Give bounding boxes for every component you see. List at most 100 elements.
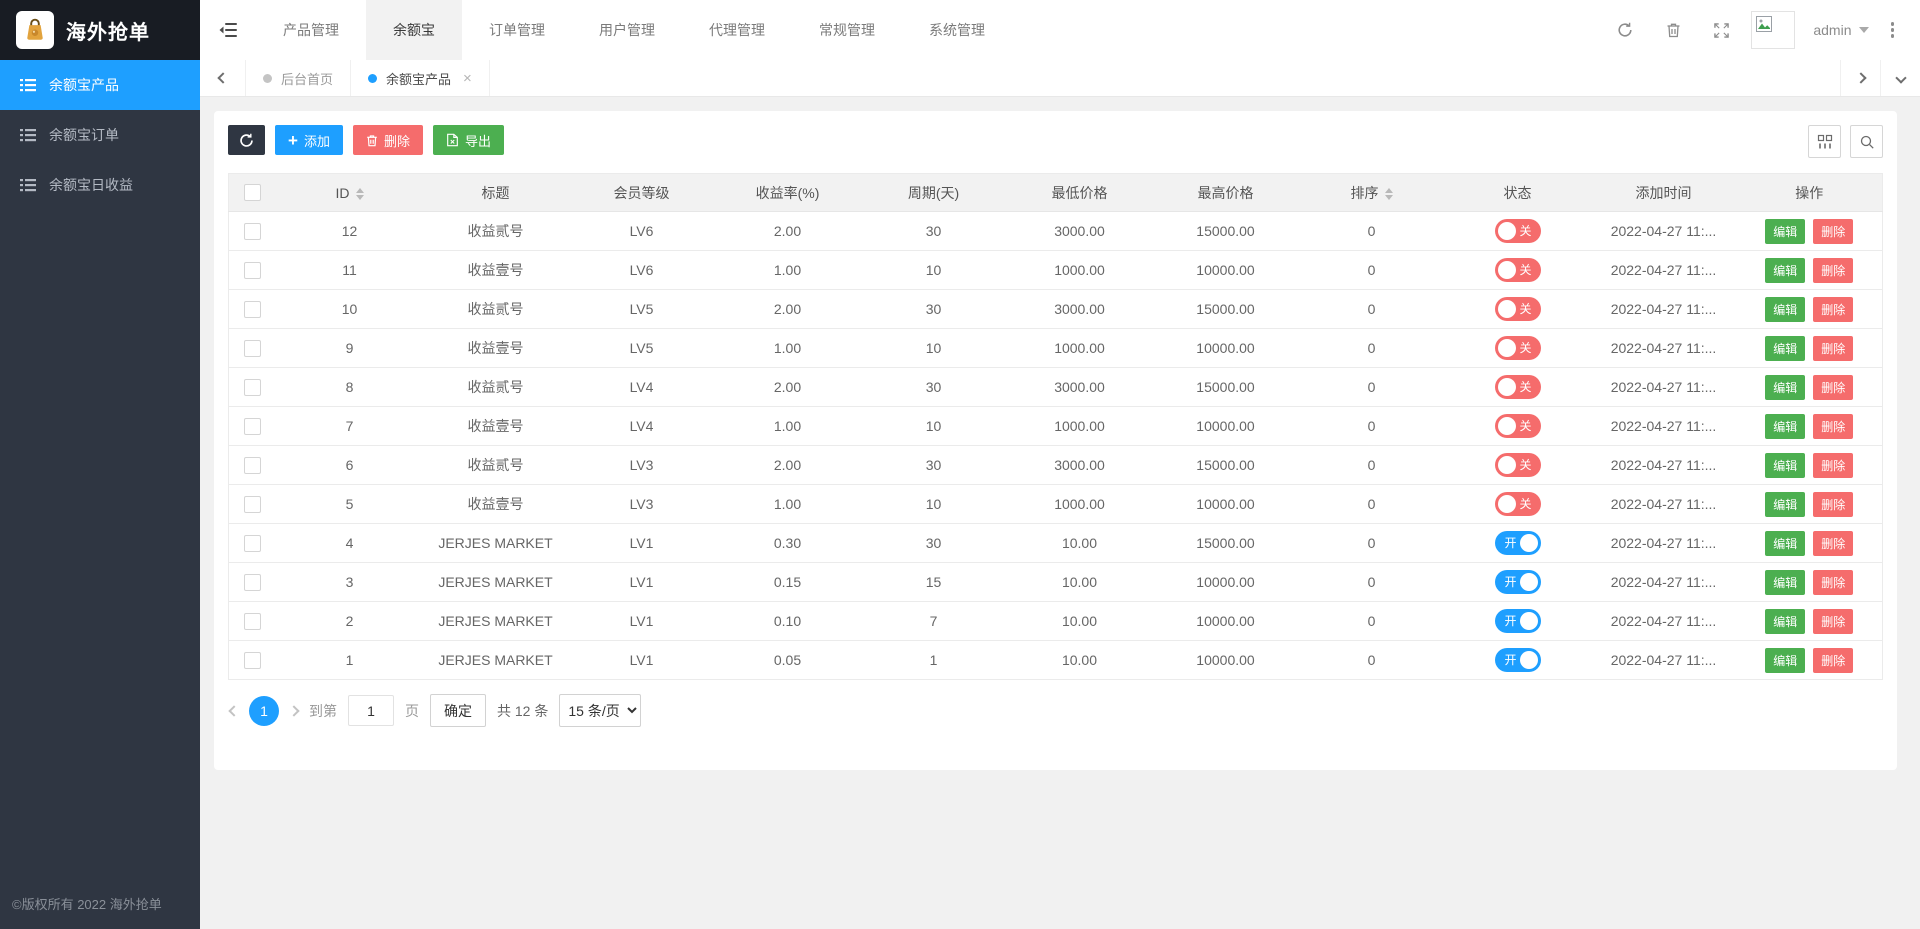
tab[interactable]: 后台首页: [246, 60, 352, 96]
status-toggle[interactable]: 关: [1494, 414, 1541, 438]
edit-button[interactable]: 编辑: [1765, 257, 1806, 283]
topnav-item[interactable]: 用户管理: [572, 0, 682, 60]
edit-button[interactable]: 编辑: [1765, 413, 1806, 439]
collapse-menu-icon[interactable]: [200, 0, 256, 60]
confirm-page-button[interactable]: 确定: [430, 694, 486, 727]
topnav-item[interactable]: 系统管理: [902, 0, 1012, 60]
row-checkbox[interactable]: [244, 417, 262, 435]
edit-button[interactable]: 编辑: [1765, 491, 1806, 517]
edit-button[interactable]: 编辑: [1765, 374, 1806, 400]
tabs-menu-icon[interactable]: [1880, 60, 1920, 96]
row-delete-button[interactable]: 删除: [1813, 647, 1854, 673]
row-delete-button[interactable]: 删除: [1813, 608, 1854, 634]
pagination-next-icon[interactable]: [288, 704, 300, 717]
fullscreen-icon[interactable]: [1697, 0, 1745, 60]
row-checkbox[interactable]: [244, 261, 262, 279]
status-toggle[interactable]: 关: [1494, 258, 1541, 282]
row-checkbox[interactable]: [244, 534, 262, 552]
column-header[interactable]: ID: [276, 173, 423, 212]
topnav: 产品管理 余额宝 订单管理 用户管理 代理管理 常规管理 系统管理: [256, 0, 1012, 60]
goto-prefix-label: 到第: [309, 702, 337, 719]
add-button[interactable]: + 添加: [275, 125, 343, 155]
topnav-item[interactable]: 代理管理: [682, 0, 792, 60]
status-toggle[interactable]: 关: [1494, 375, 1541, 399]
row-delete-button[interactable]: 删除: [1813, 335, 1854, 361]
tabs-scroll-right-icon[interactable]: [1840, 60, 1880, 96]
status-toggle[interactable]: 关: [1494, 297, 1541, 321]
status-toggle[interactable]: 开: [1494, 531, 1541, 555]
columns-filter-icon[interactable]: [1808, 125, 1841, 158]
row-checkbox[interactable]: [244, 612, 262, 630]
row-checkbox[interactable]: [244, 651, 262, 669]
row-delete-button[interactable]: 删除: [1813, 530, 1854, 556]
toggle-knob: [1497, 339, 1516, 357]
pagination-prev-icon[interactable]: [228, 704, 240, 717]
row-delete-button[interactable]: 删除: [1813, 374, 1854, 400]
row-delete-button[interactable]: 删除: [1813, 218, 1854, 244]
column-header[interactable]: 排序: [1298, 173, 1445, 212]
goto-page-input[interactable]: [348, 695, 394, 726]
status-toggle[interactable]: 开: [1494, 570, 1541, 594]
select-all-checkbox[interactable]: [244, 184, 262, 202]
export-button[interactable]: 导出: [432, 125, 504, 155]
table-row: 8 收益贰号 LV4 2.00 30 3000.00 15000.00 0 关 2022-04-2…: [228, 367, 1883, 407]
topnav-item[interactable]: 产品管理: [256, 0, 366, 60]
status-toggle-label: 开: [1504, 614, 1517, 628]
topnav-item[interactable]: 常规管理: [792, 0, 902, 60]
status-toggle[interactable]: 关: [1494, 219, 1541, 243]
status-toggle[interactable]: 开: [1494, 609, 1541, 633]
refresh-icon[interactable]: [1601, 0, 1649, 60]
edit-button[interactable]: 编辑: [1765, 452, 1806, 478]
row-checkbox[interactable]: [244, 378, 262, 396]
edit-button[interactable]: 编辑: [1765, 335, 1806, 361]
avatar[interactable]: [1751, 11, 1796, 49]
row-delete-button[interactable]: 删除: [1813, 296, 1854, 322]
sidebar-item[interactable]: 余额宝产品: [0, 60, 200, 110]
topnav-item[interactable]: 余额宝: [366, 0, 462, 60]
cell-rate: 1.00: [714, 250, 861, 290]
edit-button[interactable]: 编辑: [1765, 647, 1806, 673]
tabs-scroll-left-icon[interactable]: [200, 60, 246, 96]
topnav-item-label: 代理管理: [709, 22, 765, 38]
row-delete-button[interactable]: 删除: [1813, 257, 1854, 283]
edit-button[interactable]: 编辑: [1765, 296, 1806, 322]
more-vertical-icon[interactable]: [1879, 22, 1907, 38]
row-checkbox[interactable]: [244, 222, 262, 240]
table-row: 5 收益壹号 LV3 1.00 10 1000.00 10000.00 0 关 2022-04-2…: [228, 484, 1883, 524]
tab-close-icon[interactable]: ×: [463, 71, 472, 86]
refresh-table-button[interactable]: [228, 125, 265, 155]
user-menu[interactable]: admin: [1803, 22, 1878, 38]
sort-icon[interactable]: [1384, 187, 1393, 200]
row-checkbox[interactable]: [244, 573, 262, 591]
tab[interactable]: 余额宝产品 ×: [351, 60, 490, 96]
delete-button[interactable]: 删除: [352, 125, 423, 155]
row-checkbox[interactable]: [244, 300, 262, 318]
row-delete-button[interactable]: 删除: [1813, 413, 1854, 439]
edit-button[interactable]: 编辑: [1765, 530, 1806, 556]
status-toggle[interactable]: 关: [1494, 453, 1541, 477]
search-icon[interactable]: [1850, 125, 1883, 158]
edit-button[interactable]: 编辑: [1765, 218, 1806, 244]
edit-button[interactable]: 编辑: [1765, 608, 1806, 634]
cell-max-price: 15000.00: [1152, 523, 1299, 563]
row-checkbox[interactable]: [244, 339, 262, 357]
cell-id: 2: [276, 601, 423, 641]
pagination-page-1[interactable]: 1: [249, 695, 279, 726]
row-delete-button[interactable]: 删除: [1813, 569, 1854, 595]
cell-max-price: 10000.00: [1152, 406, 1299, 446]
cell-max-price: 15000.00: [1152, 289, 1299, 329]
trash-icon[interactable]: [1649, 0, 1697, 60]
sidebar-item[interactable]: 余额宝订单: [0, 110, 200, 160]
row-delete-button[interactable]: 删除: [1813, 491, 1854, 517]
status-toggle[interactable]: 关: [1494, 492, 1541, 516]
status-toggle[interactable]: 开: [1494, 648, 1541, 672]
sort-icon[interactable]: [355, 187, 364, 200]
page-size-select[interactable]: 15 条/页: [559, 694, 642, 727]
edit-button[interactable]: 编辑: [1765, 569, 1806, 595]
row-checkbox[interactable]: [244, 456, 262, 474]
row-checkbox[interactable]: [244, 495, 262, 513]
topnav-item[interactable]: 订单管理: [462, 0, 572, 60]
status-toggle[interactable]: 关: [1494, 336, 1541, 360]
row-delete-button[interactable]: 删除: [1813, 452, 1854, 478]
sidebar-item[interactable]: 余额宝日收益: [0, 160, 200, 210]
